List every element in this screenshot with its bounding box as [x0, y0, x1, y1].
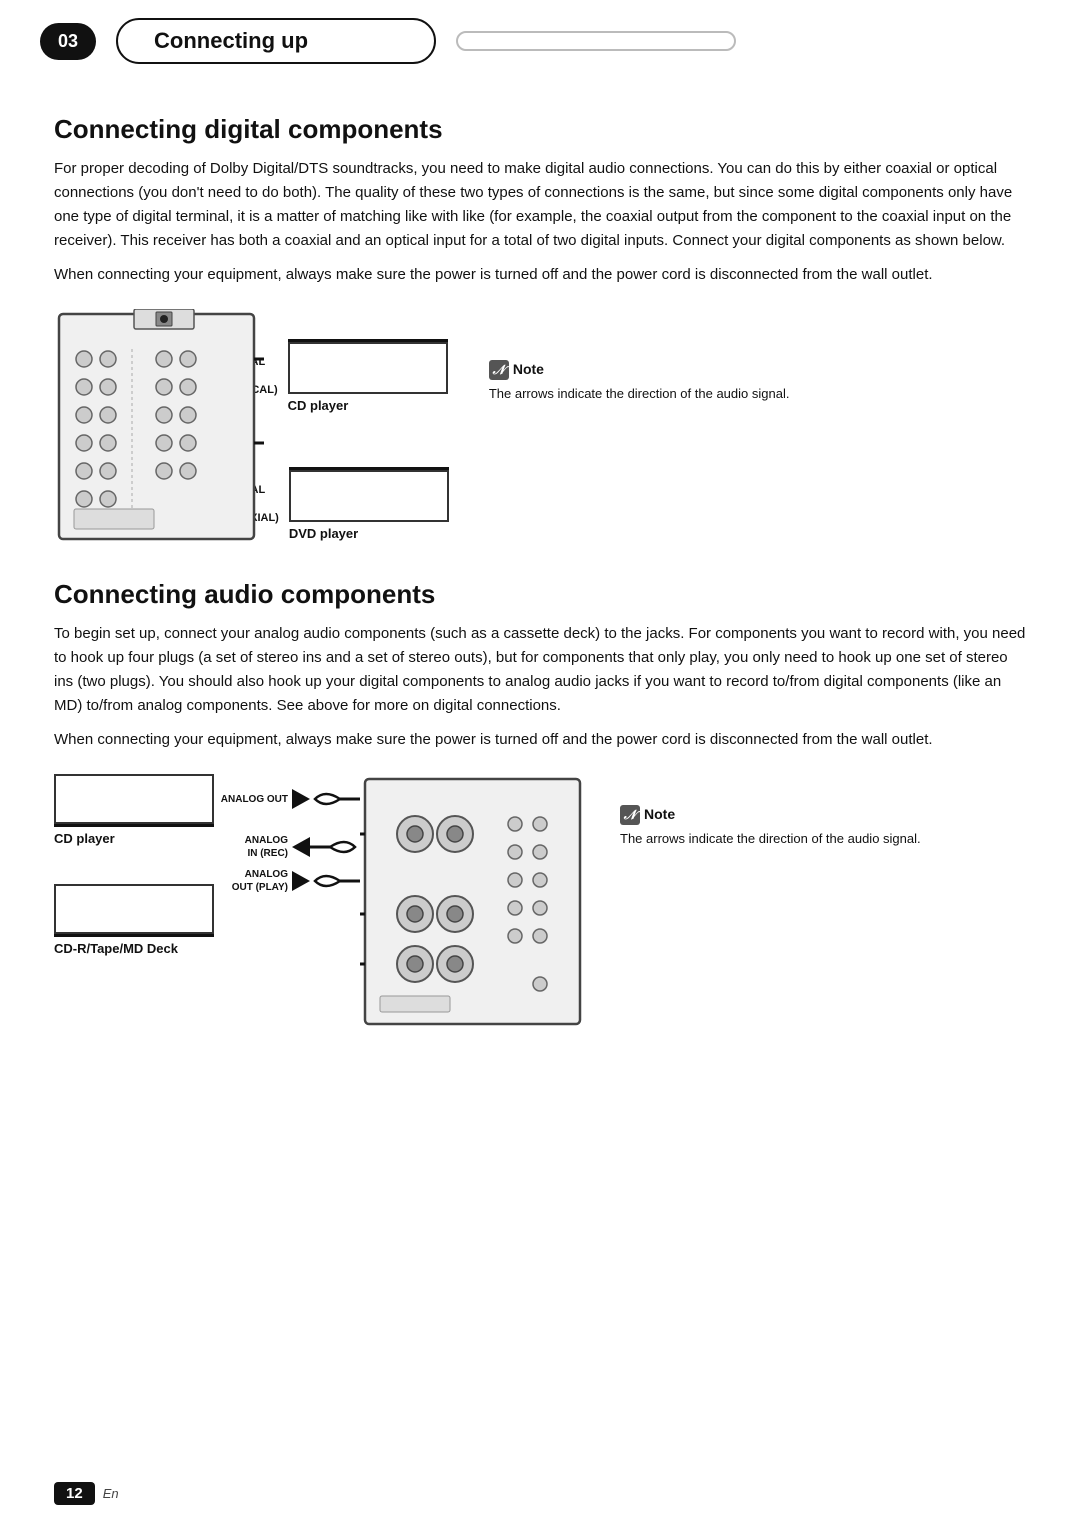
- analog-note-icon: 𝒩: [620, 805, 640, 825]
- page-number: 12: [54, 1482, 95, 1505]
- analog-cd-bottom-line: [54, 824, 214, 827]
- digital-section-heading: Connecting digital components: [54, 114, 1026, 145]
- cd-device-box: [288, 342, 448, 394]
- analog-in-rec-label: ANALOG IN (REC): [218, 834, 288, 860]
- analog-tape-box: [54, 884, 214, 934]
- page-lang: En: [103, 1486, 119, 1501]
- receiver-svg: [54, 309, 264, 549]
- cd-device-col: CD player: [288, 339, 448, 413]
- analog-labels-col: ANALOG OUT ANALOG IN (REC): [218, 774, 360, 896]
- dvd-label: DVD player: [289, 526, 358, 541]
- digital-body1: For proper decoding of Dolby Digital/DTS…: [54, 157, 1026, 253]
- digital-note-title: 𝒩 Note: [489, 359, 790, 380]
- analog-receiver-diagram: [360, 774, 590, 1034]
- main-content: Connecting digital components For proper…: [0, 74, 1080, 1082]
- analog-note-text: The arrows indicate the direction of the…: [620, 829, 921, 849]
- chapter-number: 03: [40, 23, 96, 60]
- dvd-device-col: DVD player: [289, 467, 449, 541]
- analog-body2: When connecting your equipment, always m…: [54, 728, 1026, 752]
- analog-cd-block: CD player: [54, 774, 214, 846]
- analog-note: 𝒩 Note The arrows indicate the direction…: [620, 784, 921, 849]
- analog-out-play-arrow: [292, 871, 310, 891]
- digital-body2: When connecting your equipment, always m…: [54, 263, 1026, 287]
- analog-body1: To begin set up, connect your analog aud…: [54, 622, 1026, 718]
- plug-tape-in-svg: [310, 832, 360, 862]
- digital-diagram: DIGITAL OUT (OPTICAL) CD player DIGITAL: [54, 309, 1026, 549]
- analog-note-title: 𝒩 Note: [620, 804, 921, 825]
- analog-out-label: ANALOG OUT: [218, 793, 288, 806]
- analog-diagram: CD player CD-R/Tape/MD Deck ANALOG OUT: [54, 774, 1026, 1034]
- digital-receiver-diagram: [54, 309, 264, 549]
- digital-note: 𝒩 Note The arrows indicate the direction…: [489, 319, 790, 404]
- analog-in-rec-row: ANALOG IN (REC): [218, 832, 360, 862]
- analog-cd-label: CD player: [54, 831, 115, 846]
- analog-tape-label: CD-R/Tape/MD Deck: [54, 941, 178, 956]
- analog-tape-block: CD-R/Tape/MD Deck: [54, 884, 214, 956]
- analog-out-row: ANALOG OUT: [218, 784, 360, 814]
- analog-in-rec-arrow: [292, 837, 310, 857]
- analog-out-play-row: ANALOG OUT (PLAY): [218, 866, 360, 896]
- page-footer: 12 En: [54, 1482, 119, 1505]
- analog-receiver-svg: [360, 774, 590, 1034]
- analog-out-arrow: [292, 789, 310, 809]
- analog-cd-box: [54, 774, 214, 824]
- dvd-device-box: [289, 470, 449, 522]
- analog-left-devices: CD player CD-R/Tape/MD Deck: [54, 774, 214, 956]
- analog-out-play-label: ANALOG OUT (PLAY): [218, 868, 288, 894]
- header: 03 Connecting up: [0, 0, 1080, 74]
- chapter-title: Connecting up: [116, 18, 436, 64]
- analog-section-heading: Connecting audio components: [54, 579, 1026, 610]
- plug-tape-out-svg: [310, 866, 360, 896]
- digital-note-text: The arrows indicate the direction of the…: [489, 384, 790, 404]
- header-right-box: [456, 31, 736, 51]
- note-icon: 𝒩: [489, 360, 509, 380]
- analog-tape-bottom-line: [54, 934, 214, 937]
- cd-label: CD player: [288, 398, 349, 413]
- plug-cd-svg: [310, 784, 360, 814]
